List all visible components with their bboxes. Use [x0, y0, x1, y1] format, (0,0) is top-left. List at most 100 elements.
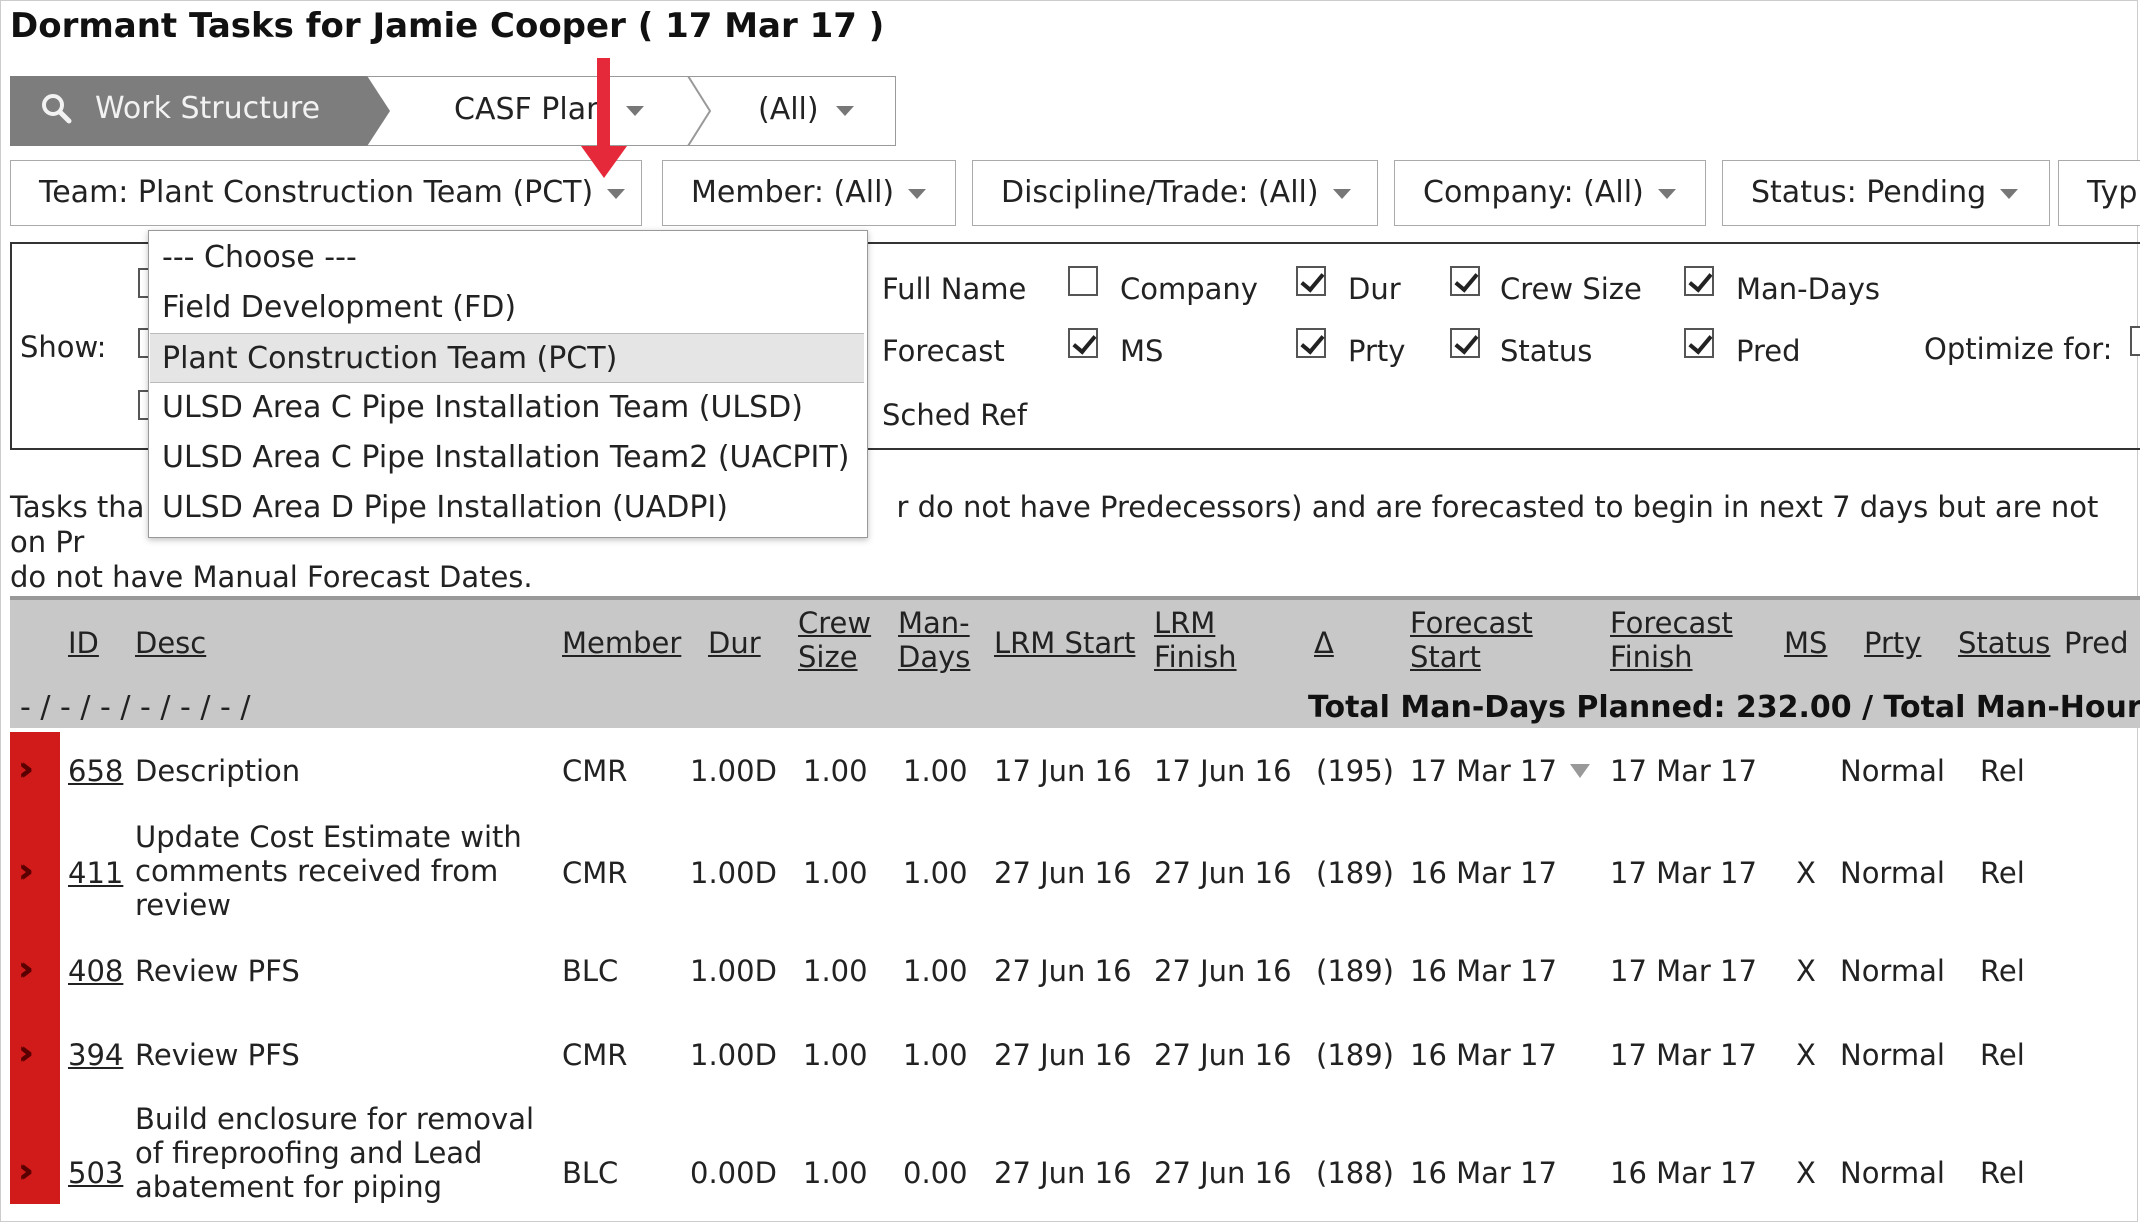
chevron-down-icon[interactable] — [626, 106, 644, 116]
task-ms: X — [1796, 856, 1816, 890]
header-lrm-start[interactable]: LRM Start — [994, 626, 1135, 660]
task-lrm-finish: 27 Jun 16 — [1154, 954, 1292, 988]
task-ms: X — [1796, 954, 1816, 988]
header-lrm-finish[interactable]: LRM Finish — [1154, 606, 1237, 674]
task-man-days: 1.00 — [903, 754, 968, 788]
totals-summary: Total Man-Days Planned: 232.00 / Total M… — [1308, 690, 2140, 725]
breadcrumb-label: Work Structure — [95, 91, 321, 126]
task-man-days: 1.00 — [903, 954, 968, 988]
task-forecast-finish: 16 Mar 17 — [1610, 1156, 1757, 1190]
chevron-down-icon — [2000, 188, 2019, 199]
task-lrm-start: 27 Jun 16 — [994, 954, 1132, 988]
task-status: Rel — [1980, 1038, 2025, 1072]
prty-checkbox[interactable] — [1296, 328, 1326, 358]
info-line-2: do not have Manual Forecast Dates. — [10, 560, 533, 594]
header-ff-line1: Forecast — [1610, 606, 1733, 640]
col-label-sched-ref: Sched Ref — [882, 398, 1028, 432]
task-member: CMR — [562, 754, 628, 788]
header-desc[interactable]: Desc — [135, 626, 206, 660]
task-lrm-finish: 27 Jun 16 — [1154, 1156, 1292, 1190]
dropdown-option[interactable]: ULSD Area C Pipe Installation Team (ULSD… — [150, 383, 864, 433]
task-man-days: 1.00 — [903, 1038, 968, 1072]
breadcrumb-work-structure[interactable]: Work Structure — [10, 76, 390, 146]
show-label: Show: — [20, 330, 107, 364]
chevron-down-icon[interactable] — [836, 106, 854, 116]
double-chevron-icon[interactable]: ›› — [18, 854, 34, 888]
ms-checkbox[interactable] — [1068, 328, 1098, 358]
double-chevron-icon[interactable]: ›› — [18, 1154, 34, 1188]
task-id-link[interactable]: 503 — [68, 1156, 123, 1190]
annotation-arrow-icon — [581, 146, 627, 178]
col-label-prty: Prty — [1348, 334, 1406, 368]
task-man-days: 0.00 — [903, 1156, 968, 1190]
task-id-link[interactable]: 408 — [68, 954, 123, 988]
discipline-filter[interactable]: Discipline/Trade: (All) — [972, 160, 1378, 226]
task-forecast-start: 16 Mar 17 — [1410, 1038, 1557, 1072]
task-delta: (195) — [1316, 754, 1394, 788]
header-id[interactable]: ID — [68, 626, 99, 660]
header-man-days[interactable]: Man- Days — [898, 606, 970, 674]
task-prty: Normal — [1840, 1156, 1945, 1190]
task-forecast-start: 16 Mar 17 — [1410, 1156, 1557, 1190]
column-filter-row[interactable]: - / - / - / - / - / - / — [20, 690, 251, 725]
header-member[interactable]: Member — [562, 626, 681, 660]
task-desc: Update Cost Estimate with comments recei… — [135, 820, 522, 922]
status-filter[interactable]: Status: Pending — [1722, 160, 2050, 226]
dropdown-option[interactable]: --- Choose --- — [150, 233, 864, 283]
header-status[interactable]: Status — [1958, 626, 2050, 660]
task-forecast-finish: 17 Mar 17 — [1610, 856, 1757, 890]
task-desc: Review PFS — [135, 1038, 300, 1072]
caret-down-icon[interactable] — [1570, 764, 1590, 778]
header-pred: Pred — [2064, 626, 2129, 660]
double-chevron-icon[interactable]: ›› — [18, 752, 34, 786]
task-crew: 1.00 — [803, 1038, 868, 1072]
header-dur[interactable]: Dur — [708, 626, 761, 660]
chevron-down-icon — [908, 188, 927, 199]
header-ms[interactable]: MS — [1784, 626, 1827, 660]
double-chevron-icon[interactable]: ›› — [18, 952, 34, 986]
crew-size-checkbox[interactable] — [1450, 266, 1480, 296]
task-prty: Normal — [1840, 1038, 1945, 1072]
header-prty[interactable]: Prty — [1864, 626, 1921, 660]
dur-checkbox[interactable] — [1296, 266, 1326, 296]
header-forecast-finish[interactable]: Forecast Finish — [1610, 606, 1733, 674]
type-filter[interactable]: Typ — [2058, 160, 2140, 226]
header-delta[interactable]: Δ — [1314, 626, 1334, 660]
member-filter[interactable]: Member: (All) — [662, 160, 956, 226]
header-forecast-start[interactable]: Forecast Start — [1410, 606, 1533, 674]
breadcrumb-all[interactable]: (All) — [758, 92, 819, 127]
header-crew-size[interactable]: Crew Size — [798, 606, 871, 674]
pred-checkbox[interactable] — [1684, 328, 1714, 358]
team-dropdown-list: --- Choose --- Field Development (FD) Pl… — [148, 230, 868, 538]
breadcrumb-casf-plan[interactable]: CASF Plan — [454, 92, 605, 127]
header-ff-line2: Finish — [1610, 640, 1693, 674]
company-filter[interactable]: Company: (All) — [1394, 160, 1706, 226]
header-crew-line2: Size — [798, 640, 858, 674]
task-desc: Description — [135, 754, 301, 788]
dropdown-option-selected[interactable]: Plant Construction Team (PCT) — [150, 333, 864, 383]
task-lrm-start: 27 Jun 16 — [994, 1156, 1132, 1190]
dropdown-option[interactable]: ULSD Area C Pipe Installation Team2 (UAC… — [150, 433, 864, 483]
task-id-link[interactable]: 394 — [68, 1038, 123, 1072]
double-chevron-icon[interactable]: ›› — [18, 1036, 34, 1070]
task-dur: 1.00D — [690, 754, 777, 788]
dropdown-option[interactable]: Field Development (FD) — [150, 283, 864, 333]
task-prty: Normal — [1840, 954, 1945, 988]
header-man-line1: Man- — [898, 606, 970, 640]
header-fs-line2: Start — [1410, 640, 1481, 674]
optimize-select[interactable] — [2130, 326, 2140, 356]
col-label-crew-size: Crew Size — [1500, 272, 1642, 306]
header-fs-line1: Forecast — [1410, 606, 1533, 640]
col-label-dur: Dur — [1348, 272, 1401, 306]
company-checkbox[interactable] — [1068, 266, 1098, 296]
status-checkbox[interactable] — [1450, 328, 1480, 358]
man-days-checkbox[interactable] — [1684, 266, 1714, 296]
task-id-link[interactable]: 411 — [68, 856, 123, 890]
col-label-pred: Pred — [1736, 334, 1801, 368]
breadcrumb-separator — [687, 76, 712, 146]
task-desc: Build enclosure for removal of fireproof… — [135, 1102, 535, 1204]
task-crew: 1.00 — [803, 856, 868, 890]
task-id-link[interactable]: 658 — [68, 754, 123, 788]
dropdown-option[interactable]: ULSD Area D Pipe Installation (UADPI) — [150, 483, 864, 533]
team-filter[interactable]: Team: Plant Construction Team (PCT) — [10, 160, 642, 226]
